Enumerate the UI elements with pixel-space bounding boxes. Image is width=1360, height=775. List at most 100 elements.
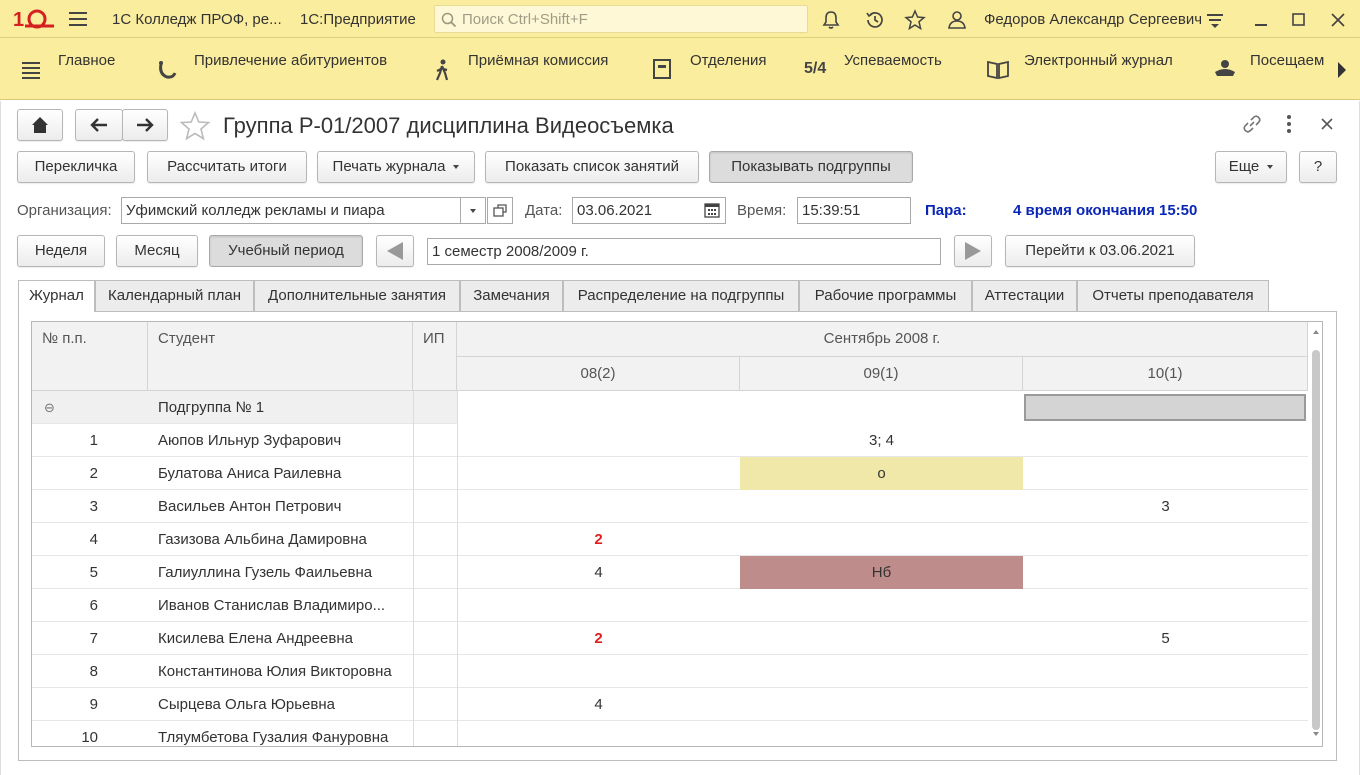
table-row[interactable]: 1 Аюпов Ильнур Зуфарович 3; 4 <box>32 424 1308 457</box>
scroll-up-icon[interactable] <box>1312 328 1320 336</box>
mark-cell[interactable]: о <box>740 457 1023 490</box>
mark-cell[interactable] <box>1023 589 1308 622</box>
close-form-icon[interactable] <box>1318 115 1336 133</box>
student-name[interactable]: Кисилева Елена Андреевна <box>158 622 412 655</box>
mark-cell[interactable] <box>740 490 1023 523</box>
show-subgroups-toggle[interactable]: Показывать подгруппы <box>709 151 913 183</box>
tab-extra-lessons[interactable]: Дополнительные занятия <box>254 280 460 311</box>
table-row[interactable]: 9 Сырцева Ольга Юрьевна 4 <box>32 688 1308 721</box>
settings-menu-icon[interactable] <box>1204 9 1226 31</box>
student-name[interactable]: Иванов Станислав Владимиро... <box>158 589 412 622</box>
mark-cell[interactable] <box>740 721 1023 746</box>
table-row[interactable]: 3 Васильев Антон Петрович 3 <box>32 490 1308 523</box>
more-button[interactable]: Еще <box>1215 151 1287 183</box>
bell-icon[interactable] <box>820 9 842 31</box>
minimize-icon[interactable] <box>1250 9 1272 31</box>
study-period-button[interactable]: Учебный период <box>209 235 363 267</box>
goto-date-button[interactable]: Перейти к 03.06.2021 <box>1005 235 1195 267</box>
date-field[interactable]: 03.06.2021 <box>572 197 726 224</box>
mark-cell[interactable] <box>1023 655 1308 688</box>
forward-button[interactable] <box>122 109 168 141</box>
current-user[interactable]: Федоров Александр Сергеевич <box>984 11 1202 28</box>
student-name[interactable]: Галиуллина Гузель Фаильевна <box>158 556 412 589</box>
show-lessons-button[interactable]: Показать список занятий <box>485 151 699 183</box>
col-header-num[interactable]: № п.п. <box>32 322 148 391</box>
mark-cell[interactable]: 4 <box>457 556 740 589</box>
table-row[interactable]: 10 Тляумбетова Гузалия Фануровна <box>32 721 1308 746</box>
rollcall-button[interactable]: Перекличка <box>17 151 135 183</box>
student-name[interactable]: Аюпов Ильнур Зуфарович <box>158 424 412 457</box>
main-menu-icon[interactable] <box>66 10 90 28</box>
table-row[interactable]: 4 Газизова Альбина Дамировна 2 <box>32 523 1308 556</box>
mark-cell[interactable] <box>1023 457 1308 490</box>
student-name[interactable]: Васильев Антон Петрович <box>158 490 412 523</box>
section-departments[interactable]: Отделения <box>652 38 792 100</box>
calendar-icon[interactable] <box>704 202 720 218</box>
col-header-ip[interactable]: ИП <box>413 322 457 391</box>
close-window-icon[interactable] <box>1327 9 1349 31</box>
selected-cell[interactable] <box>1024 394 1306 421</box>
tab-attestations[interactable]: Аттестации <box>972 280 1077 311</box>
student-name[interactable]: Сырцева Ольга Юрьевна <box>158 688 412 721</box>
tab-teacher-reports[interactable]: Отчеты преподавателя <box>1077 280 1269 311</box>
collapse-icon[interactable]: ⊖ <box>44 391 55 424</box>
col-header-day[interactable]: 08(2) <box>457 357 740 391</box>
group-row[interactable]: ⊖ Подгруппа № 1 <box>32 391 1308 424</box>
mark-cell[interactable] <box>740 523 1023 556</box>
tab-subgroup-distribution[interactable]: Распределение на подгруппы <box>563 280 799 311</box>
favorites-star-icon[interactable] <box>904 9 926 31</box>
org-dropdown-button[interactable] <box>460 197 486 224</box>
favorite-star-icon[interactable] <box>179 111 211 141</box>
tab-journal[interactable]: Журнал <box>18 280 95 312</box>
mark-cell[interactable] <box>1023 688 1308 721</box>
org-open-button[interactable] <box>487 197 513 224</box>
sections-scroll-right-icon[interactable] <box>1334 60 1350 80</box>
mark-cell[interactable] <box>1023 721 1308 746</box>
tab-work-programs[interactable]: Рабочие программы <box>799 280 972 311</box>
mark-cell[interactable]: 5 <box>1023 622 1308 655</box>
tab-calendar-plan[interactable]: Календарный план <box>95 280 254 311</box>
mark-cell[interactable] <box>1023 556 1308 589</box>
col-header-day[interactable]: 09(1) <box>740 357 1023 391</box>
home-button[interactable] <box>17 109 63 141</box>
prev-period-button[interactable] <box>376 235 414 267</box>
organization-field[interactable]: Уфимский колледж рекламы и пиара <box>121 197 461 224</box>
scroll-down-icon[interactable] <box>1312 730 1320 738</box>
mark-cell[interactable] <box>740 589 1023 622</box>
mark-cell[interactable] <box>1023 424 1308 457</box>
week-button[interactable]: Неделя <box>17 235 105 267</box>
section-applicants[interactable]: Привлечение абитуриентов <box>156 38 416 100</box>
scrollbar-thumb[interactable] <box>1312 350 1320 730</box>
section-ejournal[interactable]: Электронный журнал <box>986 38 1186 100</box>
mark-cell[interactable] <box>457 589 740 622</box>
journal-grid[interactable]: № п.п. Студент ИП Сентябрь 2008 г. 08(2)… <box>31 321 1323 747</box>
col-header-student[interactable]: Студент <box>148 322 413 391</box>
mark-cell[interactable]: 4 <box>457 688 740 721</box>
grid-scrollbar[interactable] <box>1308 322 1322 746</box>
table-row[interactable]: 5 Галиуллина Гузель Фаильевна 4 Нб <box>32 556 1308 589</box>
mark-cell[interactable] <box>740 655 1023 688</box>
global-search-input[interactable]: Поиск Ctrl+Shift+F <box>434 5 808 33</box>
next-period-button[interactable] <box>954 235 992 267</box>
back-button[interactable] <box>75 109 123 141</box>
table-row[interactable]: 2 Булатова Аниса Раилевна о <box>32 457 1308 490</box>
table-row[interactable]: 7 Кисилева Елена Андреевна 2 5 <box>32 622 1308 655</box>
mark-cell[interactable]: 2 <box>457 622 740 655</box>
section-main[interactable]: Главное <box>20 38 140 100</box>
table-row[interactable]: 6 Иванов Станислав Владимиро... <box>32 589 1308 622</box>
tab-remarks[interactable]: Замечания <box>460 280 563 311</box>
maximize-icon[interactable] <box>1288 9 1310 31</box>
more-actions-icon[interactable] <box>1279 113 1299 135</box>
time-field[interactable]: 15:39:51 <box>797 197 911 224</box>
student-name[interactable]: Булатова Аниса Раилевна <box>158 457 412 490</box>
student-name[interactable]: Тляумбетова Гузалия Фануровна <box>158 721 412 746</box>
mark-cell[interactable] <box>457 424 740 457</box>
history-icon[interactable] <box>864 9 886 31</box>
month-button[interactable]: Месяц <box>116 235 198 267</box>
period-field[interactable]: 1 семестр 2008/2009 г. <box>427 238 941 265</box>
link-icon[interactable] <box>1241 113 1263 135</box>
help-button[interactable]: ? <box>1299 151 1337 183</box>
mark-cell[interactable] <box>740 622 1023 655</box>
mark-cell[interactable]: 3; 4 <box>740 424 1023 457</box>
col-header-day[interactable]: 10(1) <box>1023 357 1308 391</box>
